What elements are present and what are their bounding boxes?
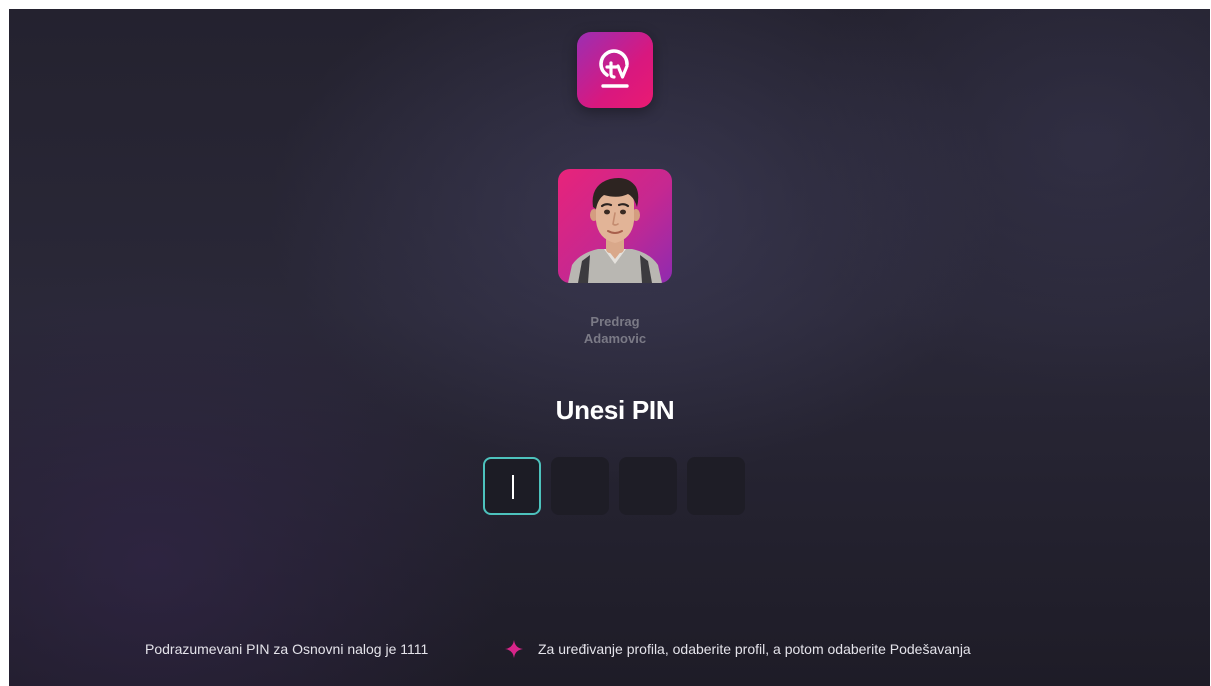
edit-profile-hint: Za uređivanje profila, odaberite profil,… [538,641,971,657]
profile-last-name: Adamovic [583,331,647,346]
text-cursor [512,475,514,499]
footer-hint: Podrazumevani PIN za Osnovni nalog je 11… [9,639,1210,663]
pin-entry-screen: Predrag Adamovic Unesi PIN Podrazumevani… [9,9,1210,686]
profile-name: Predrag Adamovic [515,313,715,347]
tv-logo-icon [577,32,653,108]
pin-digit-1[interactable] [483,457,541,515]
profile-first-name: Predrag [590,314,640,329]
sparkle-icon [504,639,524,659]
pin-digit-3[interactable] [619,457,677,515]
pin-digit-4[interactable] [687,457,745,515]
avatar-icon[interactable] [558,169,672,283]
pin-title: Unesi PIN [555,395,675,425]
default-pin-hint: Podrazumevani PIN za Osnovni nalog je 11… [145,641,429,657]
pin-digit-2[interactable] [551,457,609,515]
